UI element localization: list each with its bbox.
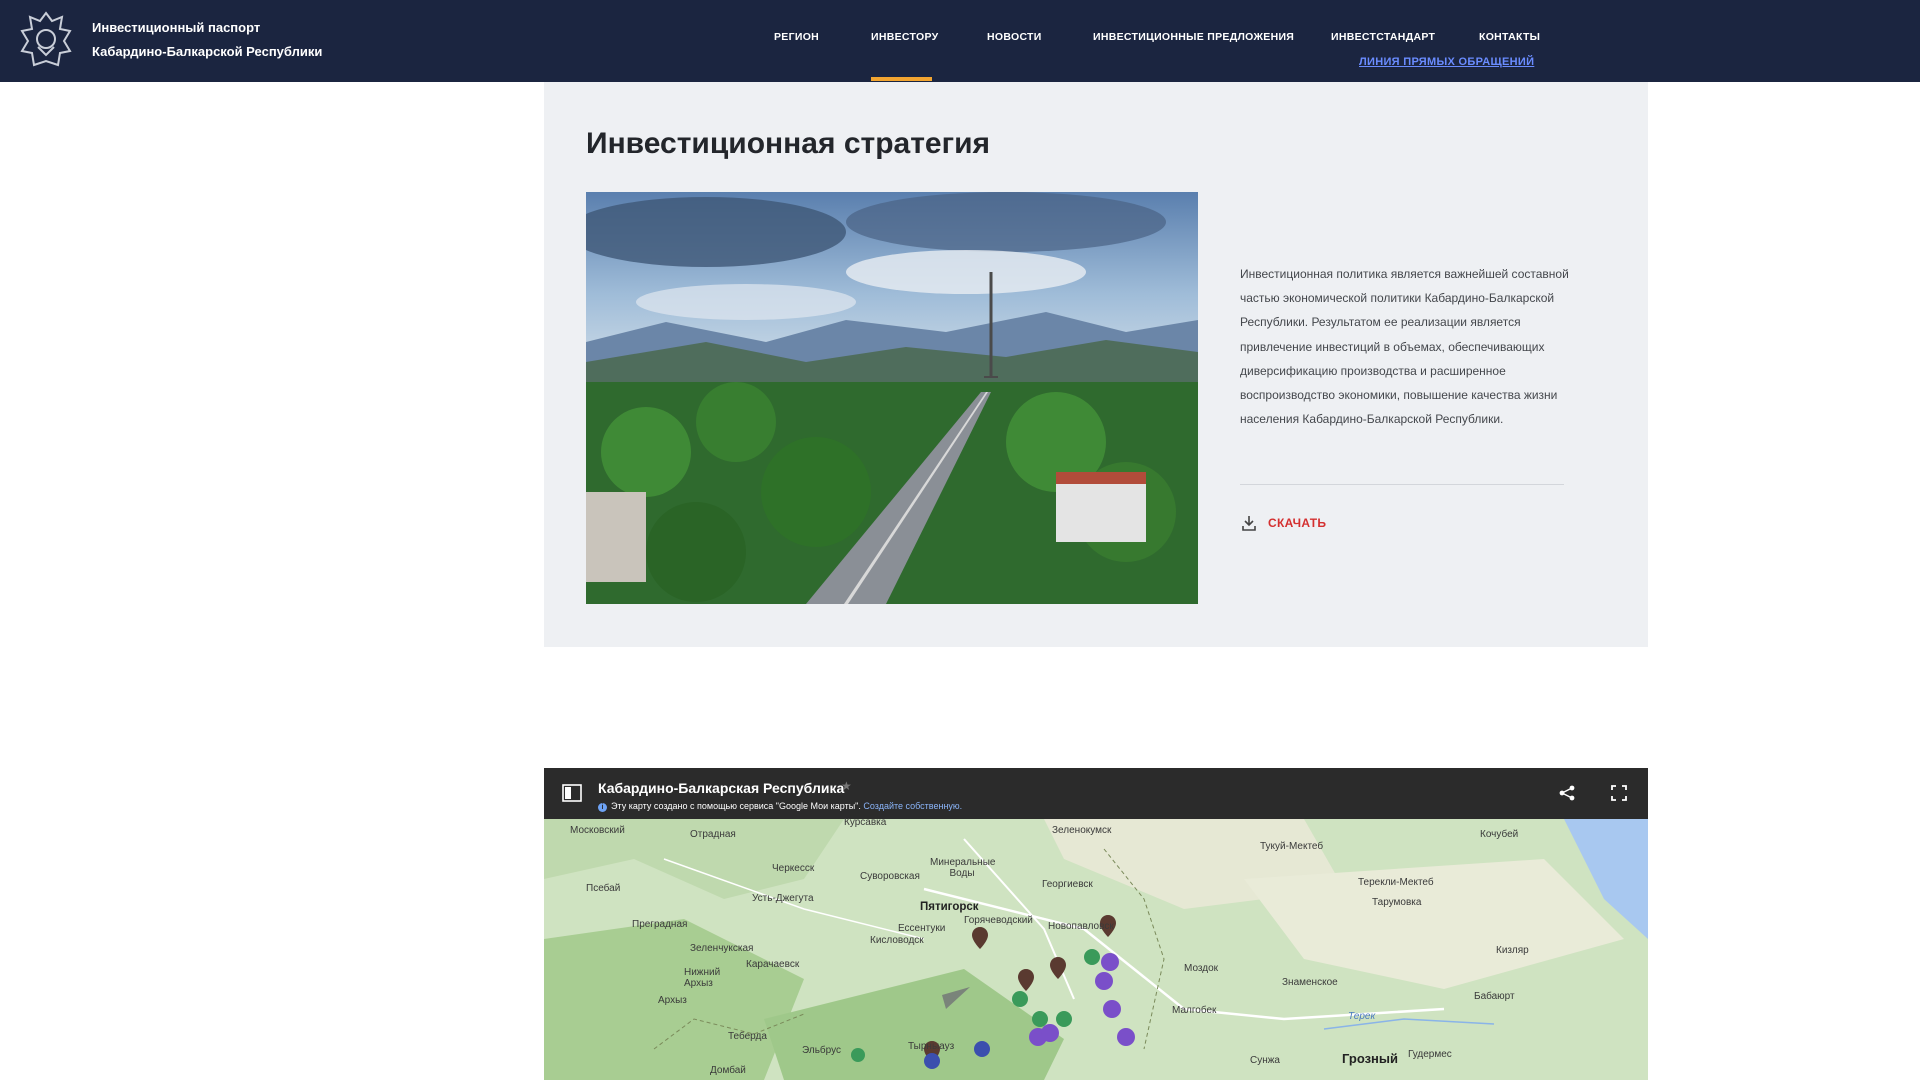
map-canvas[interactable]: Московский Отрадная Курсавка Зеленокумск… bbox=[544, 817, 1648, 1080]
map-label: Теберда bbox=[728, 1031, 767, 1042]
map-label: Горячеводский bbox=[964, 915, 1033, 926]
sidebar-toggle-icon[interactable] bbox=[562, 784, 582, 802]
download-label: СКАЧАТЬ bbox=[1268, 516, 1327, 530]
map-label: Эльбрус bbox=[802, 1045, 841, 1056]
map-label: Псебай bbox=[586, 883, 621, 894]
map-marker-blue[interactable] bbox=[924, 1053, 940, 1069]
map-label: Малгобек bbox=[1172, 1005, 1217, 1016]
map-marker-green[interactable] bbox=[851, 1048, 865, 1062]
map-label: Курсавка bbox=[844, 817, 887, 828]
map-label: Сунжа bbox=[1250, 1055, 1280, 1066]
map-label: Черкесск bbox=[772, 863, 815, 874]
map-label: Новопавловск bbox=[1048, 921, 1114, 932]
brand-line-2: Кабардино-Балкарской Республики bbox=[92, 44, 323, 59]
map-label: Ессентуки bbox=[898, 923, 946, 934]
map-label: Отрадная bbox=[690, 829, 736, 840]
nav-region[interactable]: РЕГИОН bbox=[774, 31, 819, 43]
map-info-text: Эту карту создано с помощью сервиса "Goo… bbox=[611, 801, 861, 811]
map-label: Зеленокумск bbox=[1052, 825, 1112, 836]
divider bbox=[1240, 484, 1564, 485]
map-marker-green[interactable] bbox=[1084, 949, 1100, 965]
map-label: Усть-Джегута bbox=[752, 893, 814, 904]
map-label: Карачаевск bbox=[746, 959, 800, 970]
nav-contacts[interactable]: КОНТАКТЫ bbox=[1479, 31, 1540, 43]
map-marker-purple[interactable] bbox=[1041, 1024, 1059, 1042]
map-marker-green[interactable] bbox=[1012, 991, 1028, 1007]
map-label: Нижний Архыз bbox=[684, 967, 721, 989]
map-label: Московский bbox=[570, 825, 625, 836]
site-brand[interactable]: Инвестиционный паспорт Кабардино-Балкарс… bbox=[92, 16, 322, 64]
map-marker-purple[interactable] bbox=[1095, 972, 1113, 990]
nav-news[interactable]: НОВОСТИ bbox=[987, 31, 1042, 43]
coat-of-arms-logo[interactable] bbox=[18, 9, 74, 73]
map-label: Тырныауз bbox=[908, 1041, 955, 1052]
map-info: i Эту карту создано с помощью сервиса "Go… bbox=[598, 801, 962, 812]
map-toolbar: Кабардино-Балкарская Республика ★ i Эту к… bbox=[544, 768, 1648, 819]
download-button[interactable]: СКАЧАТЬ bbox=[1240, 514, 1326, 532]
section-title: Инвестиционная стратегия bbox=[586, 127, 991, 160]
create-own-map-link[interactable]: Создайте собственную. bbox=[863, 801, 962, 811]
map-label: Домбай bbox=[710, 1065, 746, 1076]
site-header: Инвестиционный паспорт Кабардино-Балкарс… bbox=[0, 0, 1920, 82]
map-marker-purple[interactable] bbox=[1117, 1028, 1135, 1046]
map-label: Тукуй-Мектеб bbox=[1260, 841, 1324, 852]
map-marker-green[interactable] bbox=[1032, 1011, 1048, 1027]
city-aerial-photo bbox=[586, 192, 1198, 604]
fullscreen-icon[interactable] bbox=[1610, 784, 1628, 802]
map-label: Архыз bbox=[658, 995, 687, 1006]
map-label: Георгиевск bbox=[1042, 879, 1093, 890]
map-marker-green[interactable] bbox=[1056, 1011, 1072, 1027]
brand-line-1: Инвестиционный паспорт bbox=[92, 20, 261, 35]
download-icon bbox=[1242, 516, 1256, 531]
google-my-map-embed: Кабардино-Балкарская Республика ★ i Эту к… bbox=[544, 768, 1648, 1080]
map-label: Минеральные Воды bbox=[930, 857, 996, 879]
share-icon[interactable] bbox=[1558, 784, 1576, 802]
investment-strategy-card: Инвестиционная стратегия Инвестиционная … bbox=[544, 82, 1648, 647]
map-label: Кизляр bbox=[1496, 945, 1529, 956]
map-label: Тарумовка bbox=[1372, 897, 1422, 908]
map-label: Кисловодск bbox=[870, 935, 924, 946]
map-label-city: Пятигорск bbox=[920, 901, 979, 913]
hotline-link[interactable]: ЛИНИЯ ПРЯМЫХ ОБРАЩЕНИЙ bbox=[1359, 56, 1534, 68]
star-icon[interactable]: ★ bbox=[841, 779, 852, 793]
map-label: Моздок bbox=[1184, 963, 1219, 974]
map-marker-purple[interactable] bbox=[1101, 953, 1119, 971]
map-label: Бабаюрт bbox=[1474, 991, 1515, 1002]
map-label: Зеленчукская bbox=[690, 943, 754, 954]
map-title: Кабардино-Балкарская Республика bbox=[598, 780, 845, 796]
map-label: Терекли-Мектеб bbox=[1358, 877, 1434, 888]
active-nav-indicator bbox=[871, 77, 932, 81]
map-label: Суворовская bbox=[860, 871, 920, 882]
map-label-river: Терек bbox=[1348, 1011, 1376, 1022]
nav-investor[interactable]: ИНВЕСТОРУ bbox=[871, 31, 938, 43]
nav-investment-offers[interactable]: ИНВЕСТИЦИОННЫЕ ПРЕДЛОЖЕНИЯ bbox=[1093, 31, 1294, 43]
map-label: Преградная bbox=[632, 919, 688, 930]
nav-invest-standard[interactable]: ИНВЕСТСТАНДАРТ bbox=[1331, 31, 1435, 43]
map-label: Знаменское bbox=[1282, 977, 1338, 988]
map-label: Гудермес bbox=[1408, 1049, 1452, 1060]
map-marker-blue[interactable] bbox=[974, 1041, 990, 1057]
map-label-city: Грозный bbox=[1342, 1051, 1398, 1066]
map-marker-purple[interactable] bbox=[1103, 1000, 1121, 1018]
info-icon: i bbox=[598, 803, 607, 812]
map-label: Кочубей bbox=[1480, 829, 1519, 840]
strategy-description: Инвестиционная политика является важнейш… bbox=[1240, 267, 1569, 427]
